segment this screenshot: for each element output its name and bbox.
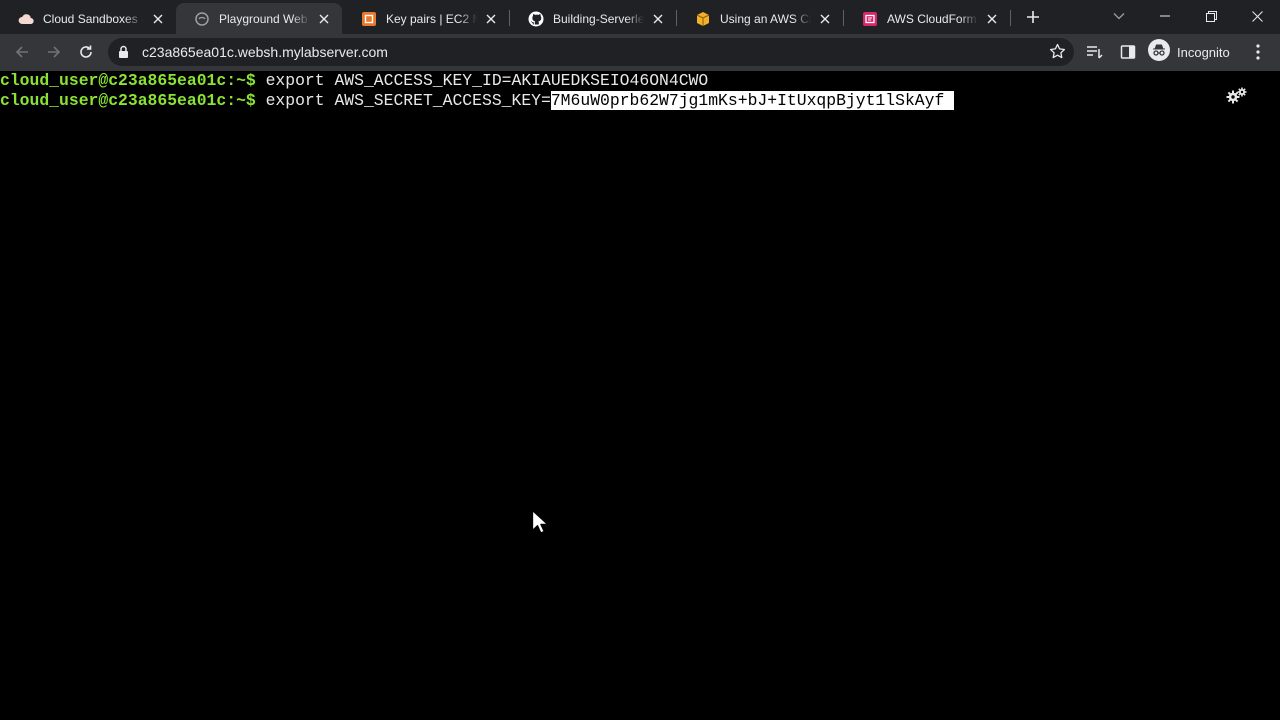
bookmark-star-icon[interactable] [1049, 43, 1066, 65]
tab-title: AWS CloudFormati [887, 11, 978, 26]
selected-text[interactable]: 7M6uW0prb62W7jg1mKs+bJ+ItUxqpBjyt1lSkAyf [550, 91, 955, 110]
terminal-command: export AWS_ACCESS_KEY_ID=AKIAUEDKSEIO46O… [255, 71, 709, 90]
forward-arrow-icon[interactable] [40, 38, 68, 66]
address-bar[interactable]: c23a865ea01c.websh.mylabserver.com [108, 38, 1074, 66]
tab-title: Using an AWS Clou [720, 11, 811, 26]
tab-separator [843, 10, 844, 26]
tab-using-aws-cloud[interactable]: Using an AWS Clou [677, 3, 843, 34]
terminal-command: export AWS_SECRET_ACCESS_KEY= [255, 91, 551, 110]
cloud-icon [18, 11, 34, 27]
incognito-icon [1148, 38, 1170, 66]
tab-aws-cloudformation[interactable]: AWS CloudFormati [844, 3, 1010, 34]
back-arrow-icon[interactable] [8, 38, 36, 66]
incognito-label: Incognito [1177, 44, 1230, 60]
tab-close-icon[interactable] [150, 11, 166, 27]
aws-cloudformation-icon [862, 11, 878, 27]
tab-building-serverless[interactable]: Building-Serverless [510, 3, 676, 34]
tab-close-icon[interactable] [483, 11, 499, 27]
tab-close-icon[interactable] [984, 11, 1000, 27]
terminal-line: cloud_user@c23a865ea01c:~$ export AWS_AC… [0, 71, 708, 91]
tab-cloud-sandboxes[interactable]: Cloud Sandboxes - [0, 3, 176, 34]
mouse-pointer-icon [531, 509, 549, 540]
tab-search-chevron-down-icon[interactable] [1096, 0, 1142, 32]
tab-title: Key pairs | EC2 Mar [386, 11, 477, 26]
tab-close-icon[interactable] [316, 11, 332, 27]
tab-title: Building-Serverless [553, 11, 644, 26]
reading-list-icon[interactable] [1081, 38, 1109, 66]
tab-playground-web-terminal[interactable]: Playground Web Te [176, 3, 342, 34]
web-terminal[interactable]: cloud_user@c23a865ea01c:~$ export AWS_AC… [0, 71, 1280, 720]
new-tab-icon[interactable] [1022, 6, 1044, 28]
tab-close-icon[interactable] [817, 11, 833, 27]
terminal-line: cloud_user@c23a865ea01c:~$ export AWS_SE… [0, 91, 955, 111]
aws-ec2-icon [361, 11, 377, 27]
browser-menu-icon[interactable] [1244, 38, 1272, 66]
terminal-prompt: cloud_user@c23a865ea01c:~$ [0, 71, 256, 90]
tab-separator [509, 10, 510, 26]
lock-icon[interactable] [118, 45, 129, 64]
url-text[interactable]: c23a865ea01c.websh.mylabserver.com [142, 44, 388, 60]
playground-icon [194, 11, 210, 27]
tab-key-pairs-ec2[interactable]: Key pairs | EC2 Mar [343, 3, 509, 34]
reload-icon[interactable] [72, 38, 100, 66]
tab-title: Cloud Sandboxes - [43, 11, 144, 26]
tab-title: Playground Web Te [219, 11, 310, 26]
browser-toolbar: c23a865ea01c.websh.mylabserver.com Incog… [0, 34, 1280, 71]
tab-separator [676, 10, 677, 26]
terminal-prompt: cloud_user@c23a865ea01c:~$ [0, 91, 256, 110]
window-close-icon[interactable] [1234, 0, 1280, 32]
restore-icon[interactable] [1188, 0, 1234, 32]
minimize-icon[interactable] [1142, 0, 1188, 32]
side-panel-icon[interactable] [1114, 38, 1142, 66]
aws-box-icon [695, 11, 711, 27]
github-icon [528, 11, 544, 27]
tab-close-icon[interactable] [650, 11, 666, 27]
incognito-indicator[interactable]: Incognito [1148, 38, 1230, 66]
tab-separator [1010, 10, 1011, 26]
terminal-settings-gear-icon[interactable] [1226, 87, 1248, 110]
tab-strip: Cloud Sandboxes - Playground Web Te Key … [0, 0, 1280, 34]
